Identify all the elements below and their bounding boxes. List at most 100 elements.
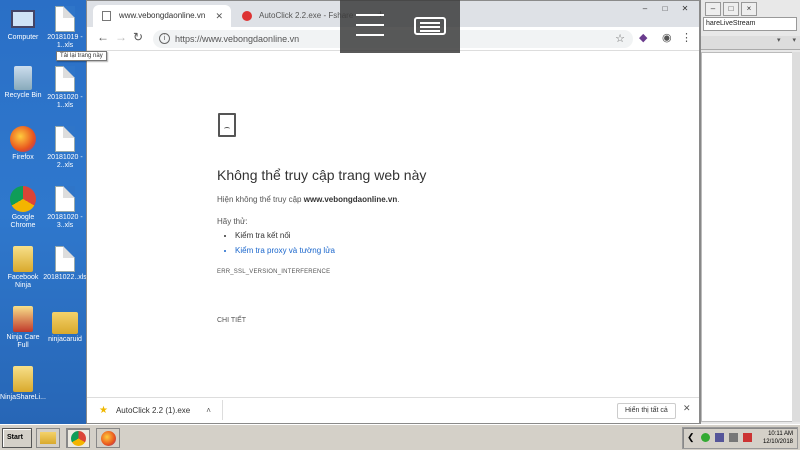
back-icon[interactable]: ←: [97, 30, 109, 44]
error-desc-prefix: Hiện không thể truy cập: [217, 195, 304, 204]
page-icon: [102, 11, 111, 21]
keyboard-icon[interactable]: [414, 17, 446, 35]
desktop-icon-recycle-bin[interactable]: Recycle Bin: [0, 66, 46, 100]
error-desc-suffix: .: [397, 195, 400, 204]
folder-icon: [52, 312, 78, 334]
desktop-icon-firefox[interactable]: Firefox: [0, 126, 46, 162]
download-filename: AutoClick 2.2 (1).exe: [115, 406, 191, 415]
forward-icon[interactable]: →: [115, 30, 127, 44]
desktop-icon-xls-file[interactable]: 20181020 - 1..xls: [42, 66, 88, 110]
desktop-icon-folder[interactable]: ninjacaruid: [42, 306, 88, 344]
suggestion-list: Kiểm tra kết nối Kiểm tra proxy và tường…: [235, 231, 335, 261]
tab-close-icon[interactable]: ✕: [215, 5, 223, 27]
fshare-icon: [242, 11, 252, 21]
details-button[interactable]: CHI TIẾT: [217, 317, 246, 324]
firefox-icon: [10, 126, 36, 152]
chevron-up-icon[interactable]: ˄: [206, 406, 211, 415]
minimize-button[interactable]: –: [705, 2, 721, 16]
close-icon[interactable]: ✕: [683, 403, 691, 414]
background-app-window: – □ × hareLiveStream ▾ ▾: [700, 0, 800, 424]
desktop-icon-label: Recycle Bin: [4, 92, 42, 99]
file-icon: [55, 66, 75, 92]
desktop-icon-label: ninjacaruid: [48, 336, 82, 343]
desktop-icon-facebook-ninja[interactable]: Facebook Ninja: [0, 246, 46, 290]
desktop-icon-computer[interactable]: Computer: [0, 6, 46, 42]
autoclick-file-icon: ★: [99, 405, 108, 416]
minimize-button[interactable]: –: [637, 3, 653, 17]
clock[interactable]: 10:11 AM 12/10/2018: [763, 430, 793, 446]
close-button[interactable]: ×: [741, 2, 757, 16]
desktop-icon-label: Firefox: [12, 154, 34, 161]
tray-alert-icon[interactable]: [743, 433, 752, 442]
tray-expand-icon[interactable]: ❮: [687, 432, 695, 443]
error-page: [87, 51, 699, 397]
menu-dots-icon[interactable]: ⋮: [681, 31, 692, 44]
show-all-button[interactable]: Hiển thị tất cả: [617, 403, 676, 419]
start-label: Start: [7, 434, 23, 441]
remote-control-overlay: [340, 0, 460, 53]
dropdown-icon[interactable]: ▾: [777, 37, 781, 44]
desktop-icon-label: Google Chrome: [10, 214, 36, 229]
dropdown-icon[interactable]: ▾: [792, 37, 796, 44]
bookmark-star-icon[interactable]: ☆: [615, 30, 625, 48]
reload-tooltip: Tải lại trang này: [56, 51, 107, 61]
content-panel: [701, 52, 793, 422]
chrome-icon: [10, 186, 36, 212]
desktop-icon-label: 20181020 - 3..xls: [47, 214, 83, 229]
tab-vebongdaonline[interactable]: www.vebongdaonline.vn ✕: [93, 5, 231, 27]
desktop-icon-chrome[interactable]: Google Chrome: [0, 186, 46, 230]
extension-icon[interactable]: ◆: [639, 31, 647, 44]
sad-page-icon: [218, 113, 236, 137]
maximize-button[interactable]: □: [723, 2, 739, 16]
toolbar: ▾ ▾: [701, 36, 800, 50]
close-button[interactable]: ✕: [677, 3, 693, 17]
desktop-icon-ninja-share[interactable]: NinjaShareLi...: [0, 366, 46, 402]
desktop-icon-xls-file[interactable]: 20181022..xls: [42, 246, 88, 282]
divider: [222, 400, 223, 420]
ninja-app-icon: [13, 246, 33, 272]
system-tray: ❮ 10:11 AM 12/10/2018: [682, 427, 798, 449]
info-icon[interactable]: i: [159, 33, 170, 44]
suggestion-check-proxy-link[interactable]: Kiểm tra proxy và tường lửa: [235, 246, 335, 255]
desktop-icon-xls-file[interactable]: 20181020 - 3..xls: [42, 186, 88, 230]
browser-window: www.vebongdaonline.vn ✕ AutoClick 2.2.ex…: [86, 0, 700, 424]
download-shelf: ★ AutoClick 2.2 (1).exe ˄ Hiển thị tất cả …: [87, 397, 699, 423]
file-icon: [55, 246, 75, 272]
desktop-icon-label: 20181020 - 2..xls: [47, 154, 83, 169]
taskbar-explorer[interactable]: [36, 428, 60, 448]
taskbar-chrome[interactable]: [66, 428, 90, 448]
taskbar-firefox[interactable]: [96, 428, 120, 448]
taskbar: Start ❮ 10:11 AM 12/10/2018: [0, 424, 800, 450]
download-item[interactable]: ★ AutoClick 2.2 (1).exe ˄: [99, 405, 211, 416]
desktop-icon-label: NinjaShareLi...: [0, 394, 46, 401]
computer-icon: [11, 10, 35, 28]
tab-title: www.vebongdaonline.vn: [119, 11, 206, 20]
stream-name-field[interactable]: hareLiveStream: [703, 17, 797, 31]
recycle-bin-icon: [14, 66, 32, 90]
reload-icon[interactable]: ↻: [133, 30, 143, 44]
error-code: ERR_SSL_VERSION_INTERFERENCE: [217, 269, 331, 275]
start-button[interactable]: Start: [2, 428, 32, 448]
hamburger-menu-icon[interactable]: [356, 14, 384, 36]
desktop-icon-label: Computer: [7, 34, 39, 41]
scrollbar[interactable]: [792, 52, 800, 422]
desktop-icon-xls-file[interactable]: 20181019 - 1..xls: [42, 6, 88, 50]
volume-icon[interactable]: [715, 433, 724, 442]
file-icon: [55, 186, 75, 212]
ninja-app-icon: [13, 306, 33, 332]
desktop-icon-xls-file[interactable]: 20181020 - 2..xls: [42, 126, 88, 170]
try-label: Hãy thử:: [217, 217, 248, 226]
clock-time: 10:11 AM: [768, 431, 793, 437]
ninja-app-icon: [13, 366, 33, 392]
file-icon: [55, 6, 75, 32]
tray-app-icon[interactable]: [729, 433, 738, 442]
desktop-icon-label: 20181019 - 1..xls: [47, 34, 83, 49]
desktop-icon-ninja-care[interactable]: Ninja Care Full: [0, 306, 46, 350]
error-title: Không thể truy cập trang web này: [217, 167, 427, 183]
suggestion-check-connection: Kiểm tra kết nối: [235, 231, 335, 240]
profile-icon[interactable]: ◉: [662, 31, 672, 44]
error-description: Hiện không thể truy cập www.vebongdaonli…: [217, 195, 399, 204]
error-domain: www.vebongdaonline.vn: [303, 195, 398, 204]
network-icon[interactable]: [701, 433, 710, 442]
maximize-button[interactable]: □: [657, 3, 673, 17]
